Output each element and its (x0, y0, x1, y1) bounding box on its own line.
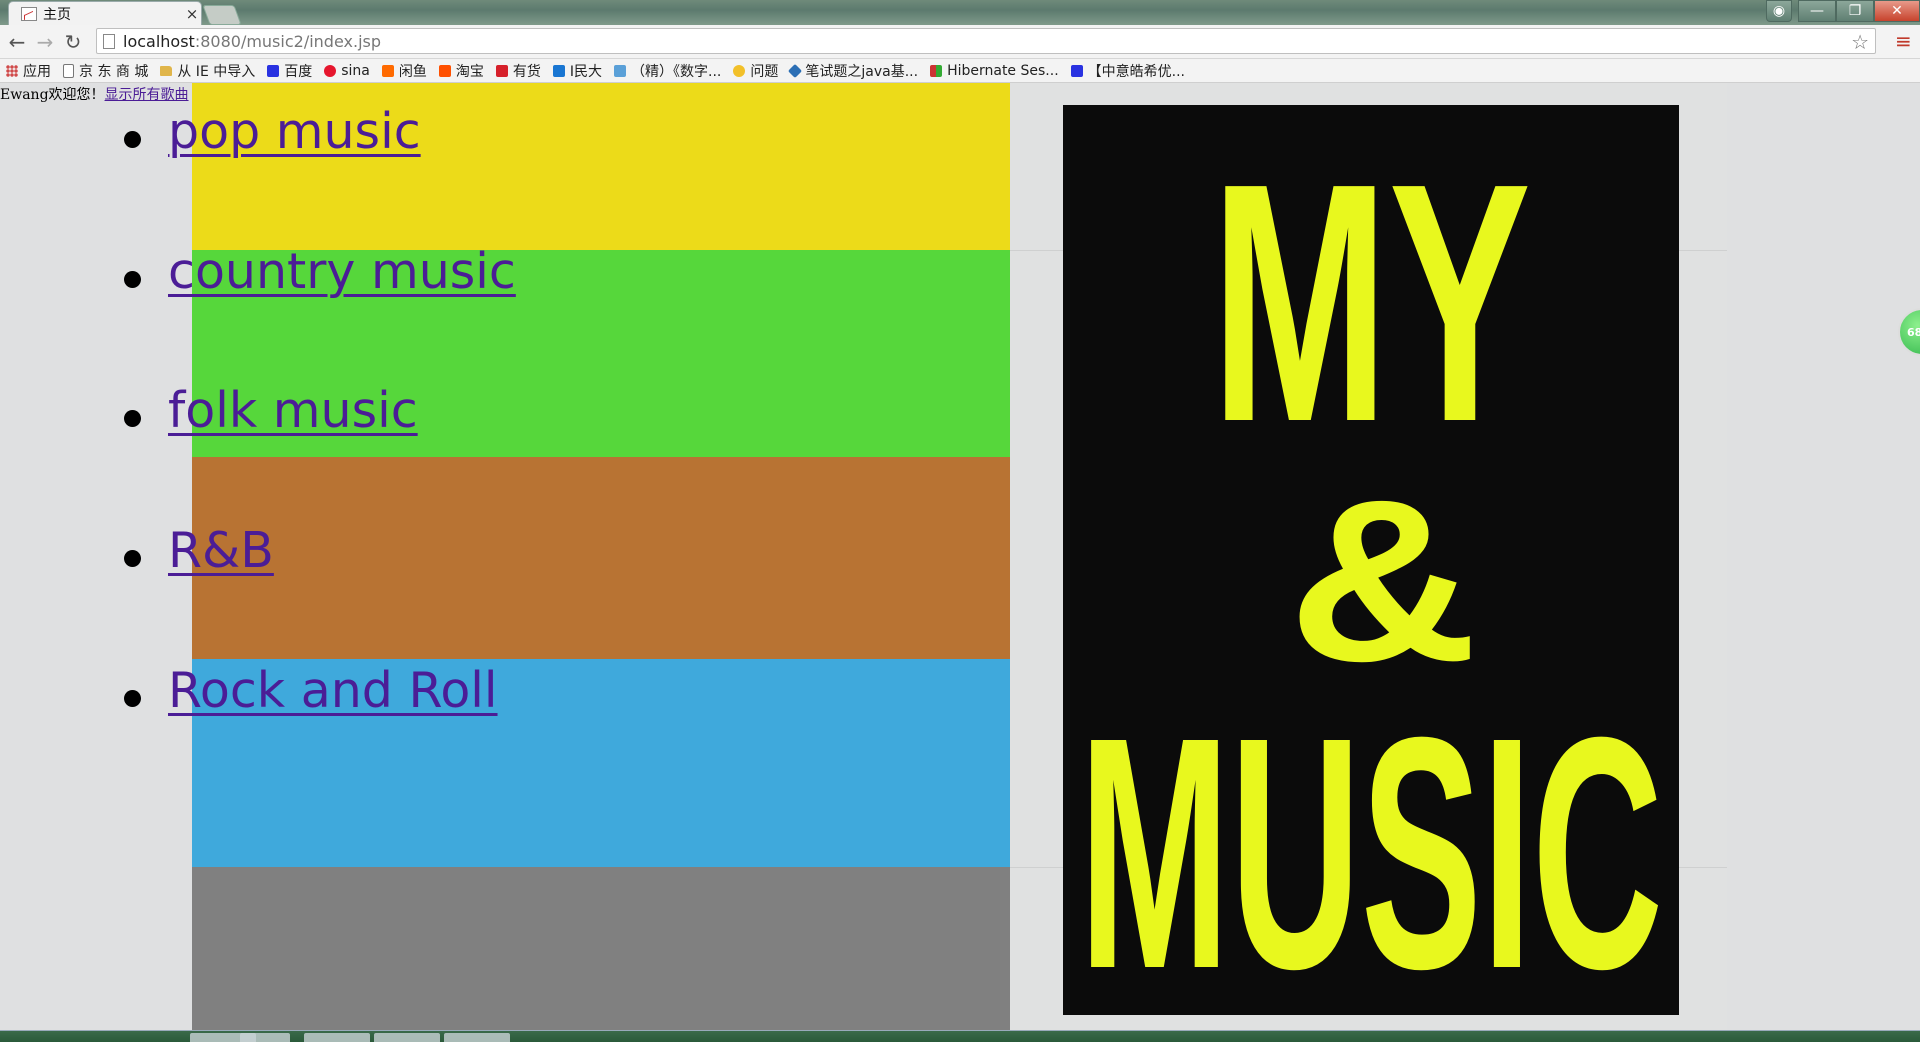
genre-link-country[interactable]: country music (168, 247, 516, 296)
yohobuy-icon (495, 64, 508, 77)
tab-title: 主页 (43, 6, 71, 23)
bookmark-yohobuy[interactable]: 有货 (495, 61, 541, 81)
genre-link-rock[interactable]: Rock and Roll (168, 666, 498, 715)
bookmark-xianyu[interactable]: 闲鱼 (381, 61, 427, 81)
bookmark-ie-import[interactable]: 从 IE 中导入 (160, 61, 255, 81)
baidu-paw-icon (1070, 64, 1083, 77)
reload-icon[interactable]: ↻ (60, 29, 86, 55)
greeting-text: Ewang欢迎您！ (0, 87, 105, 103)
xianyu-icon (381, 64, 394, 77)
bullet-icon (124, 550, 141, 567)
stripe-brown (192, 457, 1010, 659)
page-icon (63, 63, 74, 78)
window-controls: ◉ — ❐ ✕ (1766, 0, 1920, 22)
menu-icon[interactable]: ≡ (1895, 29, 1912, 53)
minimize-button[interactable]: — (1798, 0, 1836, 22)
bookmark-star-icon[interactable]: ☆ (1851, 30, 1869, 54)
browser-toolbar: ← → ↻ localhost:8080/music2/index.jsp ☆ … (0, 25, 1920, 59)
bookmark-jd[interactable]: 京 东 商 城 (63, 61, 148, 81)
page-icon (103, 33, 115, 49)
genre-link-pop[interactable]: pop music (168, 107, 421, 156)
taobao-icon (438, 64, 451, 77)
tab-strip: 主页 × ◉ — ❐ ✕ (0, 0, 1920, 25)
page-viewport: Ewang欢迎您！显示所有歌曲 pop music country music … (0, 83, 1920, 1030)
folder-icon (160, 65, 173, 76)
bookmark-sina[interactable]: sina (324, 63, 370, 79)
bookmark-baidu[interactable]: 百度 (267, 61, 312, 81)
my-music-poster: MY & MUSIC (1063, 105, 1679, 1015)
welcome-bar: Ewang欢迎您！显示所有歌曲 (0, 84, 189, 104)
forward-arrow-icon[interactable]: → (32, 29, 58, 55)
os-taskbar (0, 1030, 1920, 1042)
genre-link-folk[interactable]: folk music (168, 386, 418, 435)
poster-line-music: MUSIC (1079, 668, 1663, 1015)
bookmark-zhongyi[interactable]: 【中意皓希优... (1070, 61, 1185, 81)
question-icon (733, 64, 746, 77)
new-tab-button[interactable] (202, 5, 242, 25)
weibo-icon (324, 64, 337, 77)
bookmark-java[interactable]: 笔试题之java基... (788, 61, 918, 81)
genre-link-rnb[interactable]: R&B (168, 526, 274, 575)
bullet-icon (124, 690, 141, 707)
bookmark-taobao[interactable]: 淘宝 (438, 61, 484, 81)
bullet-icon (124, 410, 141, 427)
bullet-icon (124, 271, 141, 288)
tab-close-icon[interactable]: × (183, 5, 201, 23)
bookmark-minda[interactable]: I民大 (552, 61, 602, 81)
show-all-songs-link[interactable]: 显示所有歌曲 (105, 87, 189, 103)
bookmark-book[interactable]: （精）《数字... (614, 61, 721, 81)
book-icon (614, 64, 627, 77)
close-window-button[interactable]: ✕ (1874, 0, 1920, 22)
bookmark-apps[interactable]: 应用 (6, 61, 51, 81)
stripe-gray (192, 867, 1010, 1030)
maximize-button[interactable]: ❐ (1836, 0, 1874, 22)
baidu-paw-icon (267, 64, 280, 77)
bookmark-question[interactable]: 问题 (733, 61, 778, 81)
page-favicon-icon (21, 6, 37, 21)
info-icon (552, 64, 565, 77)
bullet-icon (124, 131, 141, 148)
url-text: localhost:8080/music2/index.jsp (123, 31, 381, 51)
bookmark-hibernate[interactable]: Hibernate Ses... (930, 63, 1059, 79)
hibernate-icon (930, 64, 943, 77)
address-bar[interactable]: localhost:8080/music2/index.jsp ☆ (96, 28, 1876, 54)
floating-widget-badge[interactable]: 68 (1898, 308, 1920, 356)
poster-line-my: MY (1211, 113, 1531, 493)
poster-art: MY & MUSIC (1079, 113, 1663, 1015)
profile-icon[interactable]: ◉ (1766, 0, 1792, 22)
back-arrow-icon[interactable]: ← (4, 29, 30, 55)
tab-home[interactable]: 主页 × (8, 1, 202, 25)
bookmarks-bar: 应用 京 东 商 城 从 IE 中导入 百度 sina 闲鱼 淘宝 有货 I民大… (0, 59, 1920, 83)
apps-grid-icon (6, 64, 18, 77)
diamond-icon (788, 63, 803, 78)
